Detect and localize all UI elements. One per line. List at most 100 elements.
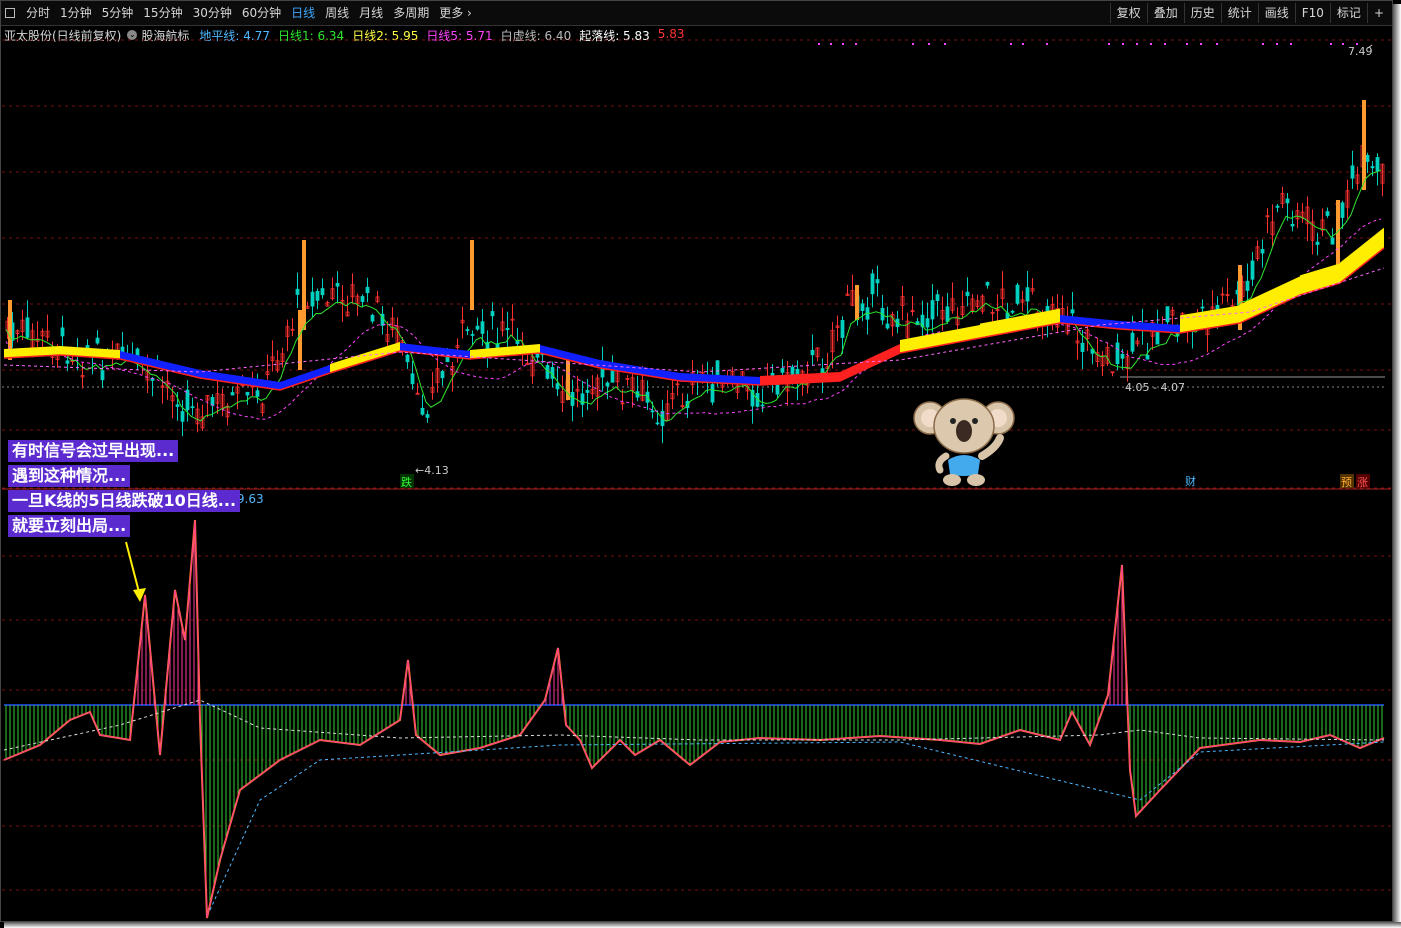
signal-dot: [944, 43, 946, 45]
candle-body: [255, 390, 260, 397]
trend-ribbon: [400, 343, 470, 359]
candle-body: [505, 327, 510, 331]
candle-body: [1120, 353, 1125, 359]
candle-body: [1290, 223, 1295, 227]
candle-body: [230, 392, 235, 396]
candle-body: [405, 354, 410, 363]
signal-pre-label: 预: [1341, 476, 1352, 489]
candle-body: [440, 371, 445, 379]
candle-body: [860, 303, 865, 311]
candle-body: [1015, 284, 1020, 304]
candle-body: [100, 370, 105, 381]
candle-body: [710, 384, 715, 403]
signal-dot: [912, 43, 914, 45]
signal-up-label: 涨: [1357, 476, 1368, 489]
signal-dot: [1108, 43, 1110, 45]
candle-body: [1275, 205, 1280, 208]
candle-highlight: [1362, 100, 1366, 190]
candle-body: [1340, 202, 1345, 218]
signal-dot: [1216, 43, 1218, 45]
candle-highlight: [302, 240, 306, 330]
ma-line-dashed: [3, 267, 1385, 373]
candle-body: [870, 273, 875, 295]
candle-body: [965, 291, 970, 297]
candle-body: [470, 334, 475, 336]
candle-body: [1245, 280, 1250, 291]
candle-body: [420, 407, 425, 415]
candle-body: [425, 414, 430, 418]
trend-ribbon: [840, 344, 900, 381]
candle-body: [760, 404, 765, 407]
candle-body: [1200, 306, 1205, 309]
signal-dot: [842, 43, 844, 45]
trend-ribbon: [280, 365, 330, 390]
candle-body: [885, 323, 890, 329]
signal-dot: [1164, 43, 1166, 45]
candle-body: [295, 288, 300, 295]
candle-body: [930, 300, 935, 320]
candle-body: [1130, 332, 1135, 352]
candle-body: [555, 383, 560, 390]
candle-body: [95, 337, 100, 344]
candle-body: [335, 282, 340, 287]
candle-highlight: [470, 240, 474, 310]
koala-mascot-image: [913, 398, 1015, 486]
candle-body: [1080, 342, 1085, 352]
candle-body: [1350, 165, 1355, 179]
candle-body: [180, 411, 185, 422]
candle-body: [310, 291, 315, 307]
candle-body: [245, 391, 250, 396]
candle-body: [1330, 237, 1335, 245]
candle-body: [1165, 306, 1170, 323]
signal-dot: [1276, 43, 1278, 45]
signal-dot: [1046, 43, 1048, 45]
signal-dot: [1290, 43, 1292, 45]
annotation-line: 一旦K线的5日线跌破10日线...: [8, 490, 241, 512]
candle-body: [175, 404, 180, 407]
trend-ribbon: [1180, 305, 1240, 333]
candle-body: [25, 317, 30, 338]
candle-body: [370, 314, 375, 322]
candle-body: [65, 360, 70, 364]
candle-body: [775, 384, 780, 395]
signal-dot: [1136, 43, 1138, 45]
price-low-label: ←4.13: [415, 464, 449, 477]
candle-body: [1325, 211, 1330, 216]
candle-body: [605, 382, 610, 387]
candle-body: [465, 329, 470, 332]
annotation-box: 有时信号会过早出现... 遇到这种情况... 一旦K线的5日线跌破10日线...…: [8, 440, 298, 540]
window-shadow: [1393, 4, 1401, 928]
candle-body: [1070, 309, 1075, 314]
trend-ribbon: [1300, 263, 1340, 295]
candle-body: [1115, 342, 1120, 365]
candle-body: [580, 393, 585, 405]
signal-dot: [1150, 43, 1152, 45]
signal-dot: [818, 43, 820, 45]
candle-body: [410, 373, 415, 385]
candle-body: [935, 294, 940, 301]
signal-money-label: 财: [1185, 474, 1196, 488]
signal-dot: [1200, 43, 1202, 45]
signal-dot: [830, 43, 832, 45]
candle-body: [655, 422, 660, 425]
candle-body: [1025, 287, 1030, 302]
annotation-line: 就要立刻出局...: [8, 515, 131, 537]
candle-body: [1365, 154, 1370, 162]
candle-highlight: [855, 285, 859, 320]
candle-body: [570, 392, 575, 406]
candle-body: [810, 349, 815, 356]
candle-body: [1315, 241, 1320, 245]
candle-body: [1375, 157, 1380, 172]
signal-dot: [1122, 43, 1124, 45]
candle-body: [60, 327, 65, 337]
candle-body: [185, 389, 190, 411]
candle-body: [925, 318, 930, 328]
trend-ribbon: [120, 351, 200, 378]
candle-body: [585, 390, 590, 393]
signal-dot: [1186, 43, 1188, 45]
candle-body: [515, 340, 520, 345]
candle-body: [365, 286, 370, 294]
candle-body: [320, 288, 325, 296]
candle-body: [315, 290, 320, 301]
candle-body: [360, 296, 365, 303]
